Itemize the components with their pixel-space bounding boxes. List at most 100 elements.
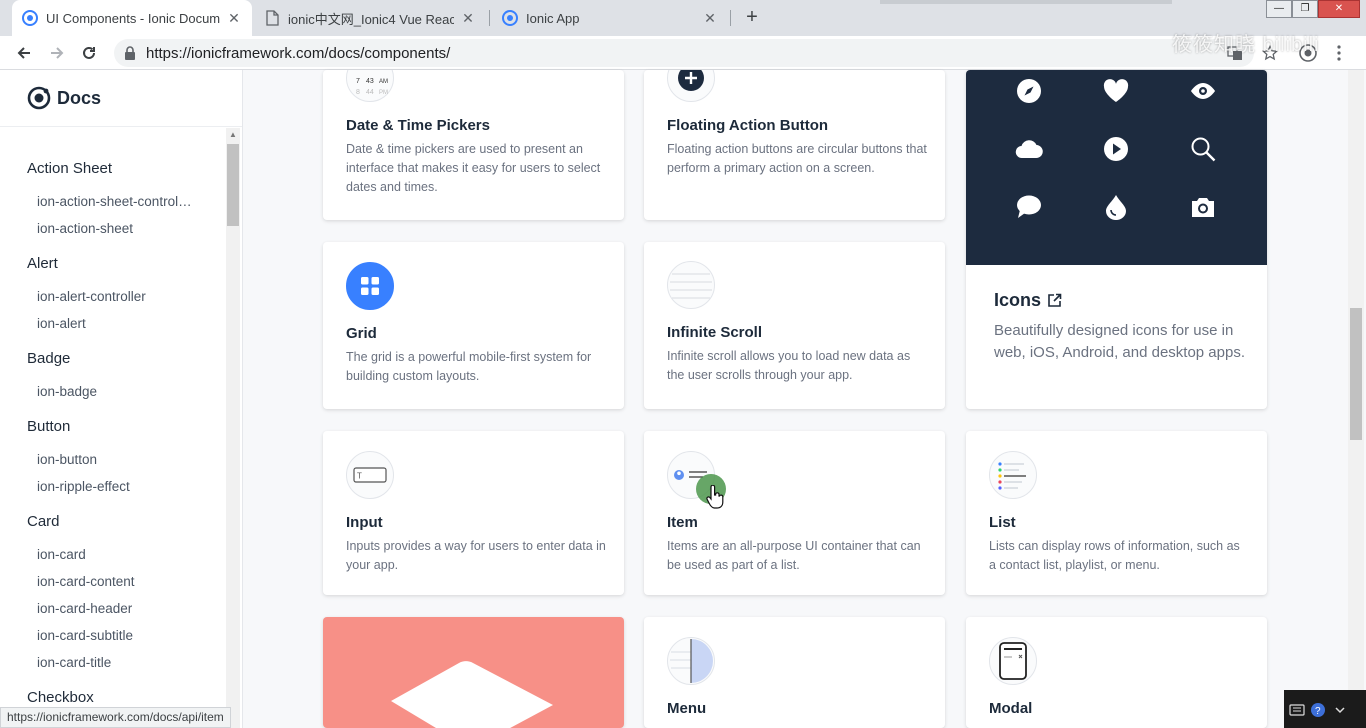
page-scrollbar-thumb[interactable] [1350, 308, 1362, 440]
stack-illustration-icon [391, 661, 553, 728]
sidebar-item-action-sheet[interactable]: ion-action-sheet [37, 221, 133, 236]
sidebar-item-alert[interactable]: ion-alert [37, 316, 86, 331]
list-icon [989, 451, 1037, 499]
card-description: Inputs provides a way for users to enter… [346, 539, 606, 572]
menu-icon [667, 637, 715, 685]
close-icon[interactable]: ✕ [460, 10, 476, 27]
card-datetime[interactable]: 7 43 AM 8 44 PM Date & Time Pickers Date… [323, 70, 624, 220]
card-list[interactable]: List Lists can display rows of informati… [966, 431, 1267, 595]
sidebar-item-action-sheet-controller[interactable]: ion-action-sheet-control… [37, 194, 192, 209]
video-watermark: 筱筱知晓 bilibili [1172, 34, 1320, 56]
card-title: Icons [994, 290, 1042, 310]
docs-sidebar: Docs Action Sheet ion-action-sheet-contr… [0, 70, 243, 728]
lock-icon [122, 45, 138, 61]
page-icon [264, 10, 280, 26]
card-infinite-scroll[interactable]: Infinite Scroll Infinite scroll allows y… [644, 242, 945, 409]
browser-toolbar: https://ionicframework.com/docs/componen… [0, 36, 1366, 70]
card-input[interactable]: T Input Inputs provides a way for users … [323, 431, 624, 595]
search-icon [1189, 135, 1217, 163]
reload-icon [83, 46, 95, 59]
card-grid[interactable]: Grid The grid is a powerful mobile-first… [323, 242, 624, 409]
card-description: Lists can display rows of information, s… [989, 539, 1240, 572]
sidebar-section-action-sheet[interactable]: Action Sheet [27, 160, 112, 177]
tab-strip: UI Components - Ionic Docum ✕ ionic中文网_I… [0, 0, 1366, 36]
card-title: Menu [667, 700, 707, 717]
svg-text:AM: AM [379, 79, 388, 85]
card-description: Infinite scroll allows you to load new d… [667, 349, 911, 382]
card-item[interactable]: Item Items are an all-purpose UI contain… [644, 431, 945, 595]
sidebar-item-button[interactable]: ion-button [37, 452, 97, 467]
icons-hero-banner [966, 70, 1267, 265]
tray-icons: ? [1289, 703, 1345, 717]
card-fab[interactable]: Floating Action Button Floating action b… [644, 70, 945, 220]
sidebar-section-card[interactable]: Card [27, 513, 60, 530]
compass-icon [1015, 77, 1043, 105]
url-text: https://ionicframework.com/docs/componen… [146, 44, 451, 62]
sidebar-section-badge[interactable]: Badge [27, 350, 70, 367]
close-icon[interactable]: ✕ [226, 10, 242, 27]
icons-title-row: Icons [994, 290, 1062, 311]
svg-text:7: 7 [356, 78, 360, 85]
camera-icon [1189, 193, 1217, 221]
cloud-icon [1015, 135, 1043, 163]
reload-button[interactable] [77, 41, 101, 65]
minimize-button[interactable]: — [1266, 0, 1292, 18]
ionic-icon [502, 10, 518, 26]
sidebar-item-ripple-effect[interactable]: ion-ripple-effect [37, 479, 130, 494]
svg-text:?: ? [1315, 706, 1321, 717]
address-bar[interactable]: https://ionicframework.com/docs/componen… [114, 39, 1254, 67]
card-description: The grid is a powerful mobile-first syst… [346, 350, 592, 383]
sidebar-scrollbar-thumb[interactable] [227, 144, 239, 226]
tab-divider [489, 10, 490, 26]
infinite-scroll-icon [667, 261, 715, 309]
forward-button[interactable] [45, 41, 69, 65]
close-icon[interactable]: ✕ [702, 10, 718, 27]
sidebar-item-card-title[interactable]: ion-card-title [37, 655, 111, 670]
sidebar-section-button[interactable]: Button [27, 418, 70, 435]
restore-button[interactable]: ❐ [1292, 0, 1318, 18]
water-drop-icon [1102, 193, 1130, 221]
tab-ui-components[interactable]: UI Components - Ionic Docum ✕ [12, 0, 252, 36]
page-scrollbar[interactable] [1348, 70, 1364, 728]
docs-brand[interactable]: Docs [27, 84, 101, 112]
sidebar-item-card[interactable]: ion-card [37, 547, 86, 562]
sidebar-item-card-subtitle[interactable]: ion-card-subtitle [37, 628, 133, 643]
tab-ionic-cn[interactable]: ionic中文网_Ionic4 Vue React中 ✕ [254, 0, 486, 36]
card-menu[interactable]: Menu [644, 617, 945, 728]
sidebar-item-alert-controller[interactable]: ion-alert-controller [37, 289, 146, 304]
clock-picker-icon: 7 43 AM 8 44 PM [346, 70, 394, 102]
card-description: Items are an all-purpose UI container th… [667, 539, 921, 572]
link-status-bar: https://ionicframework.com/docs/api/item [0, 707, 231, 728]
tab-title: Ionic App [526, 10, 580, 26]
tab-title: UI Components - Ionic Docum [46, 10, 220, 26]
card-description: Beautifully designed icons for use in we… [994, 322, 1245, 361]
chat-bubble-icon [1015, 193, 1043, 221]
back-button[interactable] [12, 41, 36, 65]
sidebar-item-card-content[interactable]: ion-card-content [37, 574, 135, 589]
sidebar-item-card-header[interactable]: ion-card-header [37, 601, 132, 616]
brand-label: Docs [57, 87, 102, 108]
sidebar-section-checkbox[interactable]: Checkbox [27, 689, 94, 706]
svg-text:43: 43 [366, 78, 374, 85]
svg-text:T: T [357, 472, 362, 481]
sidebar-section-alert[interactable]: Alert [27, 255, 58, 272]
external-link-icon [1047, 293, 1062, 308]
card-description: Floating action buttons are circular but… [667, 142, 927, 175]
sidebar-scrollbar[interactable]: ▲ [226, 128, 240, 728]
text-input-icon: T [346, 451, 394, 499]
card-title: Date & Time Pickers [346, 117, 490, 134]
card-title: Infinite Scroll [667, 324, 763, 341]
menu-kebab-icon[interactable] [1330, 44, 1348, 62]
fab-icon [667, 70, 715, 102]
card-title: Floating Action Button [667, 117, 829, 134]
card-modal[interactable]: Modal [966, 617, 1267, 728]
tab-ionic-app[interactable]: Ionic App ✕ [492, 0, 728, 36]
card-feature-banner[interactable] [323, 617, 624, 728]
tab-divider [730, 10, 731, 26]
card-icons[interactable]: Icons Beautifully designed icons for use… [966, 70, 1267, 409]
scroll-up-arrow-icon[interactable]: ▲ [229, 130, 237, 139]
modal-phone-icon [989, 637, 1037, 685]
sidebar-item-badge[interactable]: ion-badge [37, 384, 97, 399]
window-close-button[interactable]: ✕ [1318, 0, 1360, 18]
new-tab-button[interactable]: + [741, 6, 763, 28]
